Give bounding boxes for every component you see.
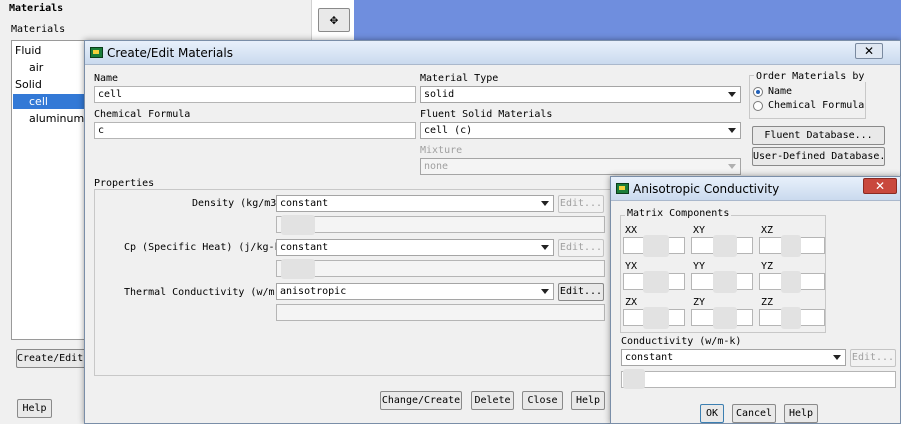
conductivity-method-value: constant [625,352,674,363]
density-value-field[interactable] [276,216,605,233]
thermal-conductivity-method-value: anisotropic [280,286,347,297]
order-by-name-label[interactable]: Name [768,86,792,97]
dialog-title: Create/Edit Materials [107,46,233,60]
order-by-title: Order Materials by [754,71,867,82]
order-by-name-radio[interactable] [753,87,763,97]
conductivity-edit-button[interactable]: Edit... [850,349,896,367]
redacted-region [781,271,801,293]
graphics-canvas[interactable] [354,0,901,40]
matrix-label-yz: YZ [761,261,774,272]
close-button[interactable]: Close [522,391,563,410]
redacted-region [281,215,315,235]
close-icon[interactable]: ✕ [855,43,883,59]
chevron-down-icon [833,355,841,360]
chevron-down-icon [728,92,736,97]
redacted-region [781,235,801,257]
anisotropic-conductivity-dialog: Anisotropic Conductivity ✕ Matrix Compon… [610,176,901,424]
materials-tree[interactable]: Fluid air Solid cell aluminum [11,40,91,340]
density-method-dropdown[interactable]: constant [276,195,554,212]
matrix-label-xz: XZ [761,225,774,236]
redacted-region [643,235,669,257]
aniso-dialog-title: Anisotropic Conductivity [633,182,780,196]
matrix-label-zz: ZZ [761,297,774,308]
material-type-label: Material Type [420,73,499,84]
conductivity-value-field[interactable] [621,371,896,388]
fluent-app-icon [616,183,629,194]
matrix-label-yy: YY [693,261,706,272]
help-button[interactable]: Help [571,391,605,410]
tree-item-aluminum[interactable]: aluminum [29,111,84,126]
density-edit-button[interactable]: Edit... [558,195,604,213]
tree-item-cell[interactable]: cell [13,94,89,109]
redacted-region [713,271,737,293]
redacted-region [623,369,645,389]
cancel-button[interactable]: Cancel [732,404,776,423]
panel-header-title: Materials [9,3,64,14]
chevron-down-icon [541,245,549,250]
density-label: Density (kg/m3) [192,198,283,209]
matrix-label-zy: ZY [693,297,706,308]
matrix-components-title: Matrix Components [625,208,732,219]
fluent-solid-materials-value: cell (c) [424,125,473,136]
mixture-dropdown[interactable]: none [420,158,741,175]
cp-value-field[interactable] [276,260,605,277]
user-defined-database-button[interactable]: User-Defined Database... [752,147,885,166]
chevron-down-icon [541,289,549,294]
redacted-region [643,271,669,293]
conductivity-method-dropdown[interactable]: constant [621,349,846,366]
properties-title: Properties [94,178,155,189]
material-type-dropdown[interactable]: solid [420,86,741,103]
redacted-region [643,307,669,329]
aniso-titlebar[interactable]: Anisotropic Conductivity ✕ [611,177,900,201]
matrix-label-zx: ZX [625,297,638,308]
materials-list-title: Materials [11,24,66,35]
panel-help-button[interactable]: Help [17,399,52,418]
thermal-conductivity-edit-button[interactable]: Edit... [558,283,604,301]
mixture-label: Mixture [420,145,463,156]
redacted-region [781,307,801,329]
matrix-label-yx: YX [625,261,638,272]
fluent-app-icon [90,47,103,58]
close-icon[interactable]: ✕ [863,178,897,194]
thermal-conductivity-method-dropdown[interactable]: anisotropic [276,283,554,300]
matrix-label-xy: XY [693,225,706,236]
redacted-region [713,235,737,257]
delete-button[interactable]: Delete [471,391,514,410]
matrix-label-xx: XX [625,225,638,236]
cp-method-dropdown[interactable]: constant [276,239,554,256]
chemical-formula-label: Chemical Formula [94,109,191,120]
mixture-value: none [424,161,449,172]
name-field[interactable]: cell [94,86,416,103]
fluent-database-button[interactable]: Fluent Database... [752,126,885,145]
tree-item-air[interactable]: air [29,60,43,75]
tree-item-solid[interactable]: Solid [15,77,42,92]
fluent-solid-materials-dropdown[interactable]: cell (c) [420,122,741,139]
chemical-formula-field[interactable]: c [94,122,416,139]
order-by-formula-radio[interactable] [753,101,763,111]
thermal-conductivity-value-field[interactable] [276,304,605,321]
cp-edit-button[interactable]: Edit... [558,239,604,257]
fluent-solid-materials-label: Fluent Solid Materials [420,109,553,120]
tree-item-fluid[interactable]: Fluid [15,43,41,58]
aniso-help-button[interactable]: Help [784,404,818,423]
name-label: Name [94,73,119,84]
cp-label: Cp (Specific Heat) (j/kg-k) [124,242,287,253]
dialog-titlebar[interactable]: Create/Edit Materials ✕ [85,41,900,65]
redacted-region [713,307,737,329]
chevron-down-icon [728,164,736,169]
ok-button[interactable]: OK [700,404,724,423]
material-type-value: solid [424,89,455,100]
density-method-value: constant [280,198,329,209]
thermal-conductivity-label: Thermal Conductivity (w/m-k) [124,287,293,298]
chevron-down-icon [728,128,736,133]
redacted-region [281,259,315,279]
move-icon[interactable]: ✥ [318,8,350,32]
chevron-down-icon [541,201,549,206]
cp-method-value: constant [280,242,329,253]
conductivity-label: Conductivity (w/m-k) [621,336,742,347]
change-create-button[interactable]: Change/Create [380,391,462,410]
order-by-formula-label[interactable]: Chemical Formula [768,100,864,111]
